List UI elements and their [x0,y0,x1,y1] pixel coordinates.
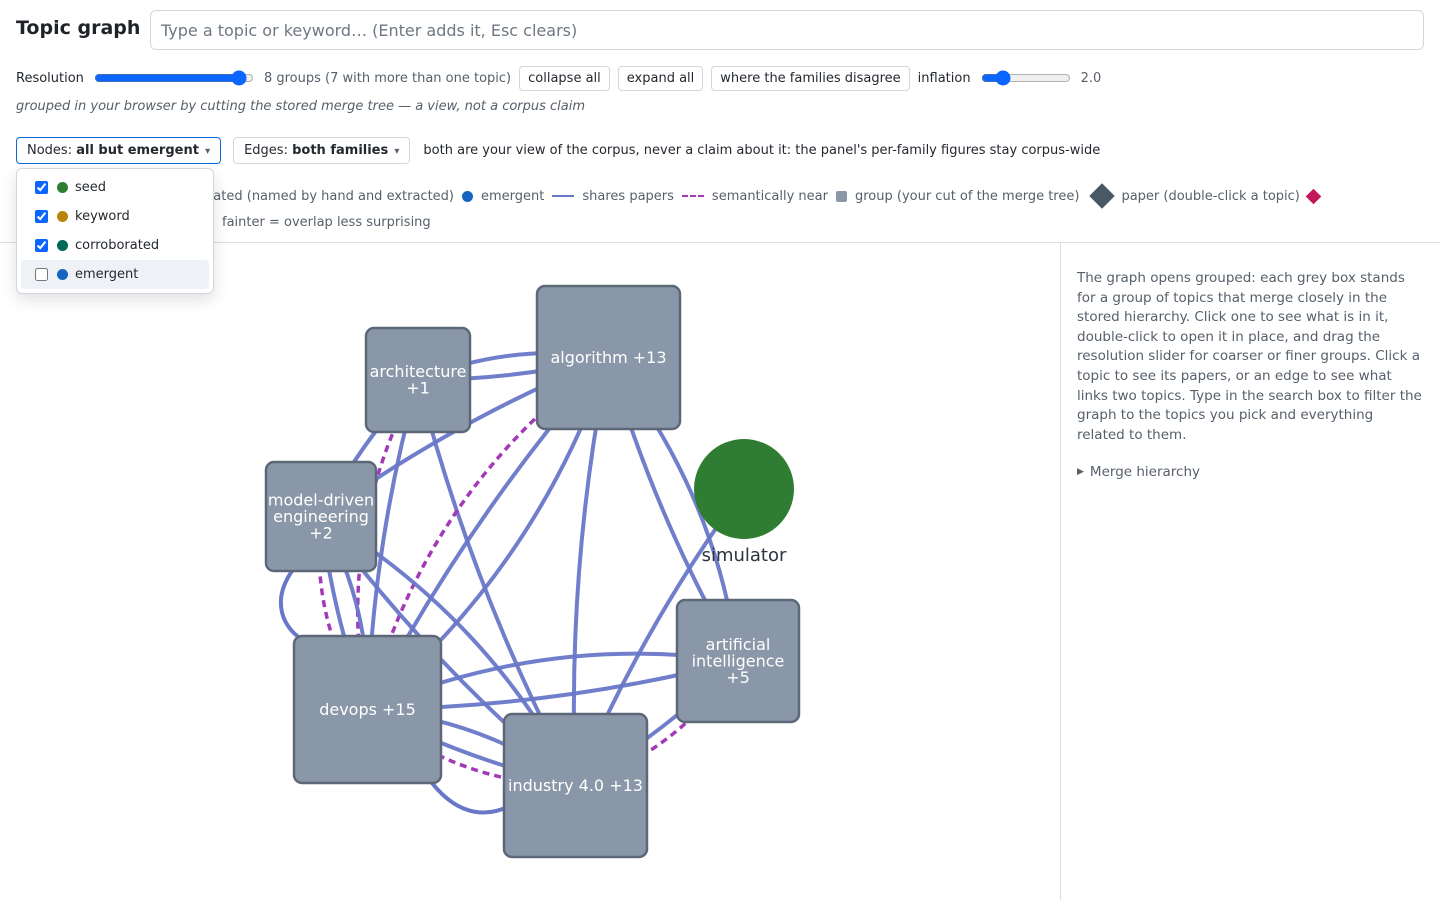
node-filter-seed[interactable]: seed [21,173,209,202]
resolution-label: Resolution [16,70,84,86]
legend-group: group (your cut of the merge tree) [835,189,1079,204]
nodes-filter-dropdown[interactable]: Nodes: all but emergent ▾ [16,137,222,164]
group-label-industry: industry 4.0 +13 [508,776,643,795]
corroborated-label: corroborated [75,238,160,253]
group-label-mde: +2 [309,523,333,542]
group-node-devops[interactable]: devops +15 [292,634,443,785]
topic-label-simulator: simulator [702,545,787,566]
inflation-value: 2.0 [1080,70,1102,86]
node-filter-keyword[interactable]: keyword [21,202,209,231]
edge-devops-industry-loop[interactable] [430,781,517,815]
keyword-label: keyword [75,209,130,224]
group-node-architecture[interactable]: architecture+1 [364,326,472,434]
diamond-icon [1089,183,1116,209]
triangle-right-icon: ▶ [1077,467,1084,478]
group-count-text: 8 groups (7 with more than one topic) [263,70,512,86]
keyword-checkbox[interactable] [35,210,48,223]
header: Topic graph [0,0,1440,60]
group-square-icon [835,190,847,202]
group-label-ai: +5 [726,668,750,687]
group-node-industry[interactable]: industry 4.0 +13 [502,712,649,859]
nodes-filter-prefix: Nodes: [27,143,77,158]
emergent-dot-icon [57,269,68,280]
app-title: Topic graph [16,17,141,39]
expand-all-button[interactable]: expand all [617,65,704,91]
keyword-dot-icon [57,211,68,222]
dashed-line-icon [681,195,704,197]
nodes-filter-menu: seed keyword corroborated emergent [16,168,214,294]
seed-dot-icon [57,182,68,193]
graph-canvas[interactable]: algorithm +13 architecture +1 model-driven e… [0,243,1060,900]
legend-emergent: emergent [462,189,544,204]
solid-line-icon [552,195,575,197]
nodes-filter-value: all but emergent [76,143,199,158]
merge-hierarchy-label: Merge hierarchy [1089,464,1201,481]
collapse-all-button[interactable]: collapse all [519,65,610,91]
legend-fainter: fainter = overlap less surprising [192,215,431,230]
merge-hierarchy-toggle[interactable]: ▶ Merge hierarchy [1077,463,1425,483]
group-node-algorithm[interactable]: algorithm +13 [535,284,682,431]
group-node-mde[interactable]: model-drivenengineering+2 [264,460,378,573]
emergent-label: emergent [75,267,139,282]
seed-label: seed [75,180,107,195]
resolution-toolbar: Resolution 8 groups (7 with more than on… [16,65,1102,91]
group-label-devops: devops +15 [319,700,416,719]
resolution-slider[interactable] [93,70,254,86]
families-disagree-button[interactable]: where the families disagree [711,65,910,91]
group-node-ai[interactable]: artificialintelligence+5 [675,598,801,724]
inflation-label: inflation [917,70,971,86]
filter-note: both are your view of the corpus, never … [423,143,1101,158]
topic-node-simulator[interactable] [694,439,794,539]
legend: orated (named by hand and extracted) eme… [16,180,1426,232]
grouping-note: grouped in your browser by cutting the s… [16,99,586,114]
corroborated-checkbox[interactable] [35,239,48,252]
paper-diamond-icon [1305,188,1322,204]
panel-description: The graph opens grouped: each grey box s… [1077,270,1422,443]
group-label-algorithm: algorithm +13 [550,348,666,367]
legend-paper: paper (double-click a topic) [1087,183,1322,209]
topic-search-input[interactable] [150,10,1424,50]
inflation-slider[interactable] [980,70,1071,86]
chevron-down-icon: ▾ [394,146,400,157]
filter-toolbar: Nodes: all but emergent ▾ Edges: both fa… [16,137,1100,164]
legend-corroborated: orated (named by hand and extracted) [200,188,455,204]
topic-graph-svg[interactable]: algorithm +13 architecture+1 model-drivene… [0,243,1060,900]
corroborated-dot-icon [57,240,68,251]
edges-filter-value: both families [292,143,389,158]
legend-shares-papers: shares papers [552,189,674,204]
legend-semantic: semantically near [681,189,828,204]
node-filter-corroborated[interactable]: corroborated [21,231,209,260]
emergent-checkbox[interactable] [35,268,48,281]
details-panel: The graph opens grouped: each grey box s… [1077,269,1425,483]
emergent-dot-icon [462,190,474,202]
group-label-architecture: +1 [406,379,430,398]
edge-mde-devops-loop[interactable] [278,569,302,640]
edges-filter-dropdown[interactable]: Edges: both families ▾ [233,137,411,164]
node-filter-emergent[interactable]: emergent [21,260,209,289]
chevron-down-icon: ▾ [205,146,211,157]
panel-divider [1060,243,1061,900]
edges-filter-prefix: Edges: [244,143,293,158]
seed-checkbox[interactable] [35,181,48,194]
